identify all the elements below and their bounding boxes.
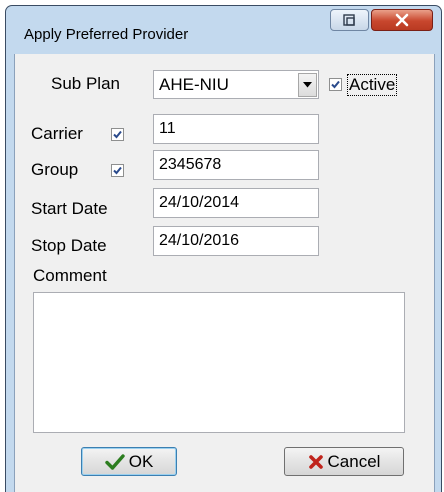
checkmark-icon — [331, 80, 340, 89]
window-title: Apply Preferred Provider — [24, 26, 189, 43]
x-icon — [308, 454, 323, 469]
group-label: Group — [31, 160, 79, 179]
stop-date-label: Stop Date — [31, 236, 107, 255]
active-checkbox-group[interactable]: Active — [329, 74, 425, 97]
checkmark-icon — [105, 453, 125, 470]
stop-date-input[interactable]: 24/10/2016 — [153, 226, 319, 256]
comment-label: Comment — [33, 266, 107, 285]
cancel-button-label: Cancel — [327, 451, 381, 471]
carrier-input[interactable]: 11 — [153, 114, 319, 144]
close-icon — [395, 13, 409, 27]
comment-textarea[interactable] — [33, 292, 405, 433]
group-checkbox[interactable] — [111, 164, 124, 177]
dialog-body: Sub Plan AHE-NIU Active Carrier 11 Group… — [14, 54, 435, 492]
restore-button[interactable] — [330, 9, 369, 31]
checkmark-icon — [113, 166, 122, 175]
active-label: Active — [347, 74, 398, 96]
carrier-checkbox[interactable] — [111, 128, 124, 141]
checkmark-icon — [113, 130, 122, 139]
dropdown-arrow-icon — [303, 82, 312, 88]
active-checkbox[interactable] — [329, 78, 342, 91]
carrier-label: Carrier — [31, 124, 83, 143]
ok-button-label: OK — [128, 451, 154, 471]
ok-button[interactable]: OK — [81, 447, 177, 476]
sub-plan-combobox[interactable]: AHE-NIU — [153, 70, 319, 99]
close-button[interactable] — [371, 9, 433, 31]
group-input[interactable]: 2345678 — [153, 150, 319, 180]
restore-icon — [342, 14, 355, 26]
sub-plan-value: AHE-NIU — [159, 75, 229, 94]
start-date-label: Start Date — [31, 199, 108, 218]
start-date-input[interactable]: 24/10/2014 — [153, 188, 319, 218]
dialog-window: Apply Preferred Provider Sub Plan AHE-NI… — [5, 5, 442, 492]
cancel-button[interactable]: Cancel — [284, 447, 404, 476]
sub-plan-label: Sub Plan — [51, 74, 120, 93]
sub-plan-dropdown-button[interactable] — [298, 73, 317, 97]
